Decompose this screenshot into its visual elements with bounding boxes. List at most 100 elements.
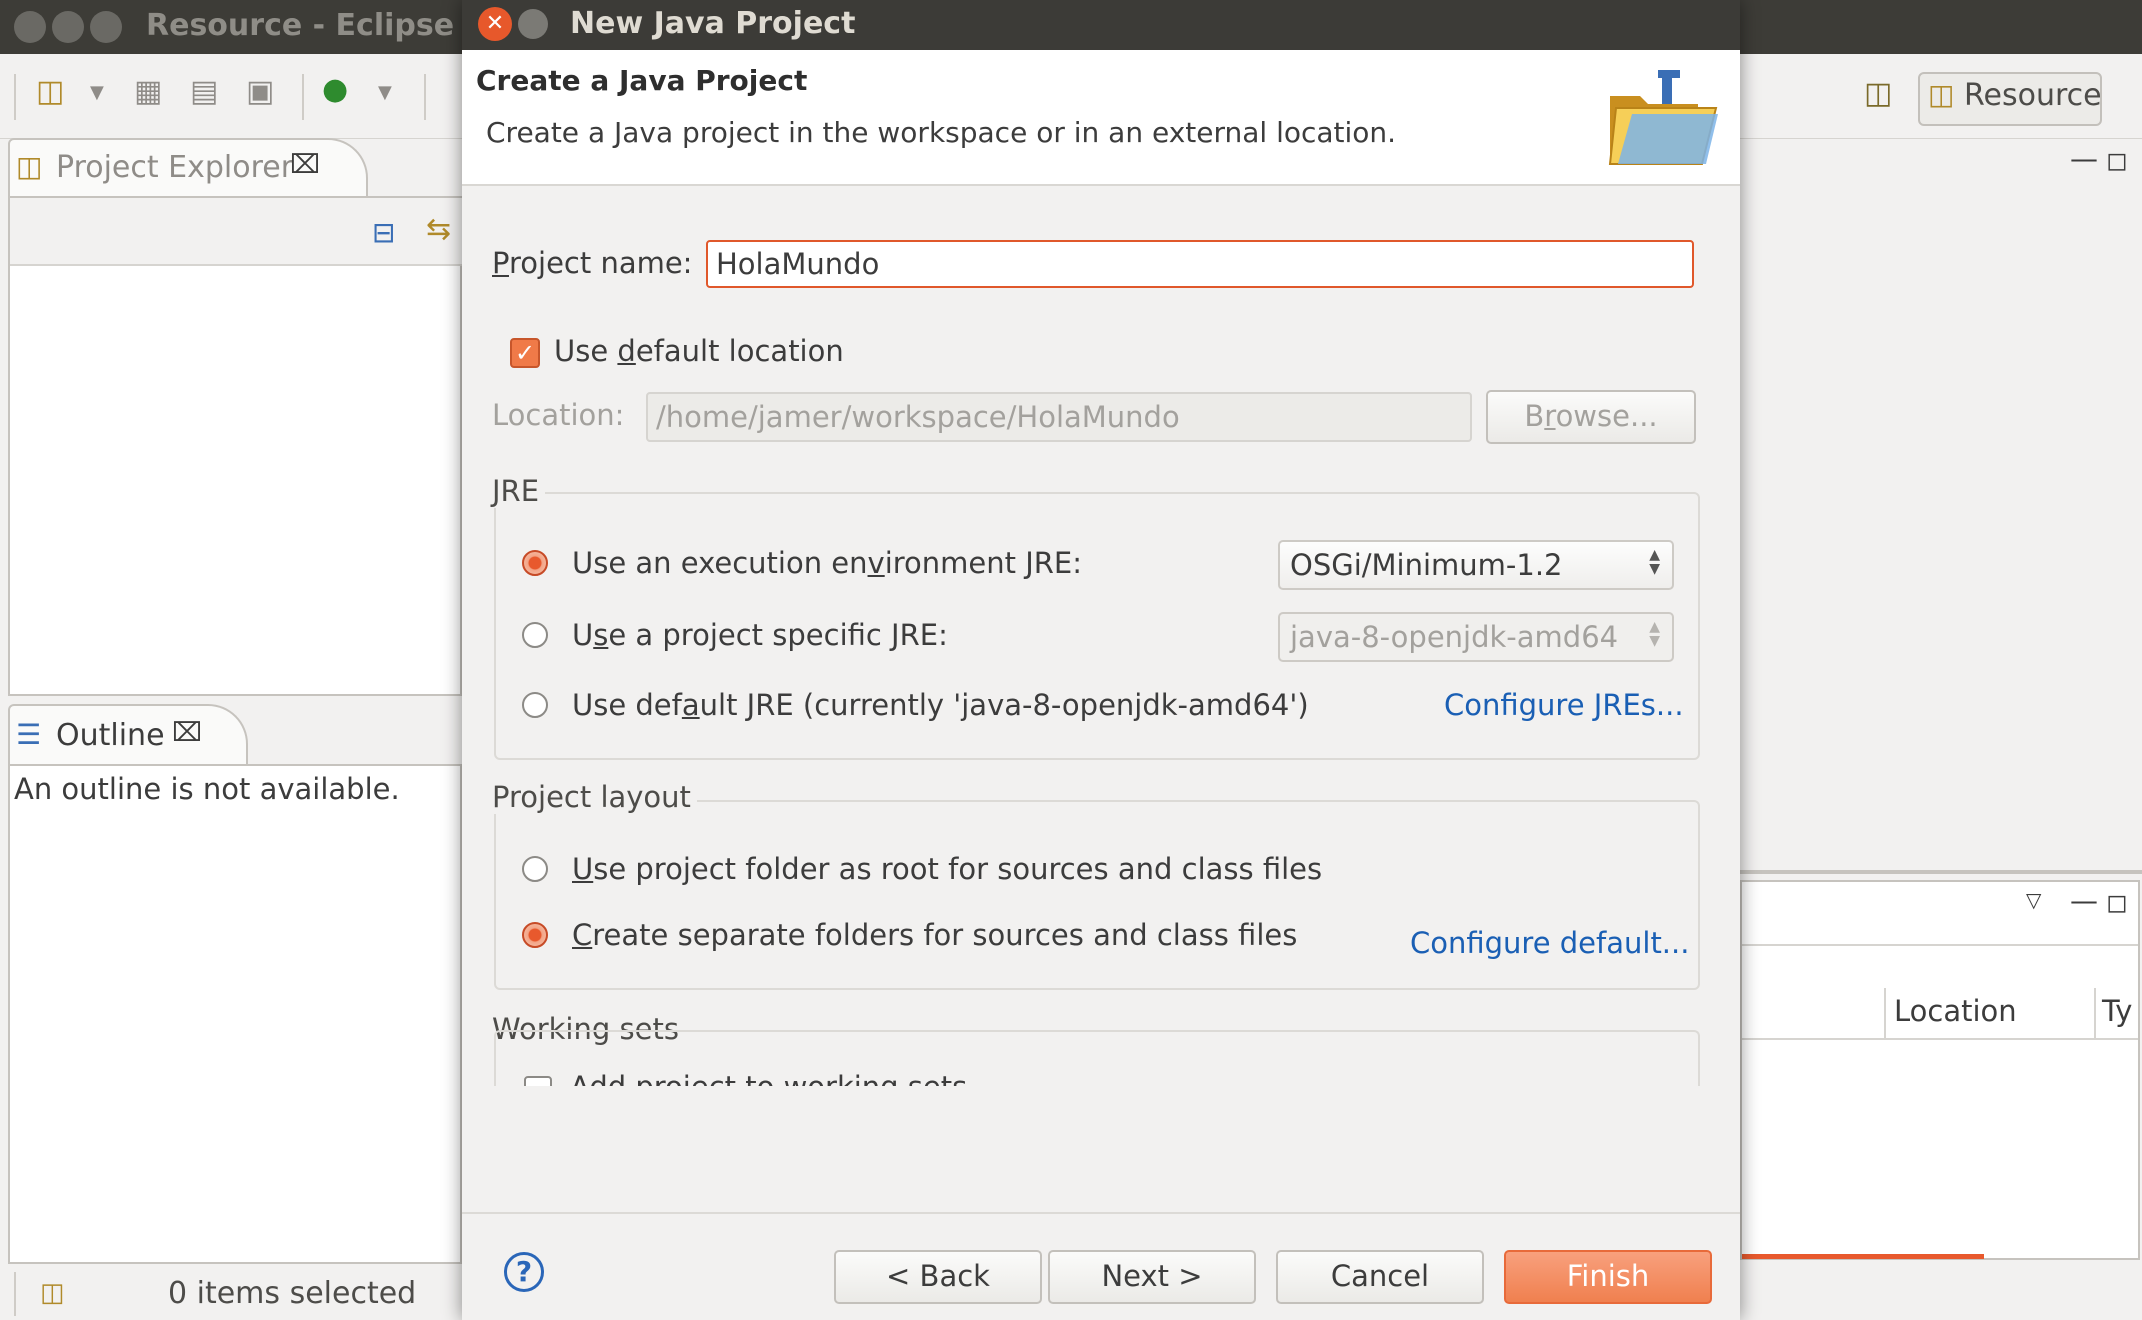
mnemonic: r: [1544, 399, 1556, 433]
finish-button[interactable]: Finish: [1504, 1250, 1712, 1304]
label-text: Use an execution en: [572, 546, 868, 580]
cancel-button[interactable]: Cancel: [1276, 1250, 1484, 1304]
label-text: ult JRE (currently 'java-8-openjdk-amd64…: [699, 688, 1309, 722]
collapse-all-icon[interactable]: ⊟: [372, 216, 395, 249]
window-title: Resource - Eclipse Platform: [146, 8, 466, 43]
separate-folders-radio[interactable]: [522, 922, 548, 948]
execution-environment-select[interactable]: OSGi/Minimum-1.2 ▲ ▼: [1278, 540, 1674, 590]
outline-message: An outline is not available.: [14, 772, 400, 806]
add-to-working-sets-label: Add project to working sets: [570, 1070, 967, 1086]
view-menu-icon[interactable]: ▽: [2026, 888, 2041, 912]
project-specific-jre-label: Use a project specific JRE:: [572, 618, 948, 652]
browse-button[interactable]: Browse...: [1486, 390, 1696, 444]
project-specific-jre-select[interactable]: java-8-openjdk-amd64 ▲ ▼: [1278, 612, 1674, 662]
maximize-icon[interactable]: [90, 11, 122, 43]
mnemonic: P: [492, 246, 509, 280]
separate-folders-label: Create separate folders for sources and …: [572, 918, 1297, 952]
configure-default-link[interactable]: Configure default...: [1410, 926, 1689, 960]
location-label: Location:: [492, 398, 625, 432]
panel-divider: [1740, 870, 2142, 874]
open-perspective-icon[interactable]: ◫: [1864, 76, 1892, 111]
label-text: efault location: [635, 334, 844, 368]
location-input[interactable]: [646, 392, 1472, 442]
outline-icon: ☰: [16, 718, 42, 751]
mnemonic: U: [572, 852, 594, 886]
column-header-location[interactable]: Location: [1894, 994, 2017, 1028]
dialog-title: New Java Project: [570, 6, 856, 41]
use-default-location-checkbox[interactable]: ✓: [510, 338, 540, 368]
status-text: 0 items selected: [168, 1276, 417, 1311]
close-icon[interactable]: ⌧: [290, 150, 320, 180]
wizard-title: Create a Java Project: [476, 64, 808, 97]
mnemonic: s: [593, 618, 609, 652]
toolbar-separator: [424, 74, 426, 120]
select-value: OSGi/Minimum-1.2: [1290, 548, 1563, 582]
outline-tab-label: Outline: [56, 718, 165, 753]
java-project-folder-icon: [1608, 70, 1718, 165]
footer-separator: [462, 1212, 1740, 1214]
run-icon[interactable]: ●: [322, 72, 348, 107]
close-icon[interactable]: ✕: [478, 7, 512, 41]
spinner-icon: ▲ ▼: [1649, 619, 1660, 649]
next-button[interactable]: Next >: [1048, 1250, 1256, 1304]
project-folder-root-radio[interactable]: [522, 856, 548, 882]
problems-toolbar-divider: [1742, 944, 2138, 946]
close-icon[interactable]: [14, 11, 46, 43]
resource-perspective-icon: ◫: [1928, 78, 1955, 111]
link-with-editor-icon[interactable]: ⇆: [426, 212, 451, 247]
save-all-icon[interactable]: ▤: [190, 74, 218, 109]
outline-panel: [8, 764, 462, 1264]
chevron-down-icon[interactable]: ▼: [90, 82, 104, 103]
maximize-icon[interactable]: ◻: [2106, 888, 2128, 918]
project-layout-group: [494, 800, 1700, 990]
project-name-input[interactable]: [706, 240, 1694, 288]
editor-area: [1740, 140, 2142, 870]
minimize-icon[interactable]: —: [2070, 884, 2098, 917]
toolbar-separator: [302, 74, 304, 120]
default-jre-radio[interactable]: [522, 692, 548, 718]
save-icon[interactable]: ▦: [134, 74, 162, 109]
back-button[interactable]: < Back: [834, 1250, 1042, 1304]
new-icon[interactable]: ◫: [36, 74, 64, 109]
configure-jres-link[interactable]: Configure JREs...: [1444, 688, 1684, 722]
project-folder-root-label: Use project folder as root for sources a…: [572, 852, 1322, 886]
project-specific-jre-radio[interactable]: [522, 622, 548, 648]
close-icon[interactable]: ⌧: [172, 718, 202, 748]
mnemonic: d: [617, 334, 636, 368]
project-explorer-panel: [8, 196, 462, 696]
new-item-icon: ◫: [40, 1278, 65, 1308]
maximize-icon[interactable]: ◻: [2106, 146, 2128, 176]
label-text: Use def: [572, 688, 682, 722]
label-text: U: [572, 618, 594, 652]
chevron-down-icon[interactable]: ▼: [378, 82, 392, 103]
add-to-working-sets-checkbox[interactable]: [524, 1076, 552, 1086]
column-header-type[interactable]: Ty: [2102, 994, 2132, 1028]
execution-environment-radio[interactable]: [522, 550, 548, 576]
label-text: ironment JRE:: [884, 546, 1083, 580]
mnemonic: a: [681, 688, 700, 722]
toolbar-separator: [14, 74, 16, 120]
perspective-label: Resource: [1964, 78, 2102, 113]
select-value: java-8-openjdk-amd64: [1290, 620, 1619, 654]
maximize-icon[interactable]: [518, 9, 548, 39]
help-icon[interactable]: ?: [504, 1252, 544, 1292]
mnemonic: v: [867, 546, 885, 580]
column-separator: [1884, 988, 1886, 1038]
label-text: B: [1524, 399, 1545, 433]
status-separator: [14, 1272, 16, 1316]
label-text: Use: [554, 334, 618, 368]
default-jre-label: Use default JRE (currently 'java-8-openj…: [572, 688, 1309, 722]
minimize-icon[interactable]: —: [2070, 142, 2098, 175]
wizard-banner: Create a Java Project Create a Java proj…: [462, 50, 1740, 186]
minimize-icon[interactable]: [52, 11, 84, 43]
execution-environment-label: Use an execution environment JRE:: [572, 546, 1082, 580]
progress-bar: [1742, 1254, 1984, 1259]
spinner-icon: ▲ ▼: [1649, 547, 1660, 577]
label-text: se project folder as root for sources an…: [593, 852, 1323, 886]
label-text: e a project specific JRE:: [608, 618, 948, 652]
problems-panel: [1740, 880, 2140, 1260]
label-text: owse...: [1555, 399, 1658, 433]
project-name-label: Project name:: [492, 246, 692, 280]
new-java-project-dialog: ✕ New Java Project Create a Java Project…: [462, 0, 1740, 1320]
print-icon[interactable]: ▣: [246, 74, 274, 109]
